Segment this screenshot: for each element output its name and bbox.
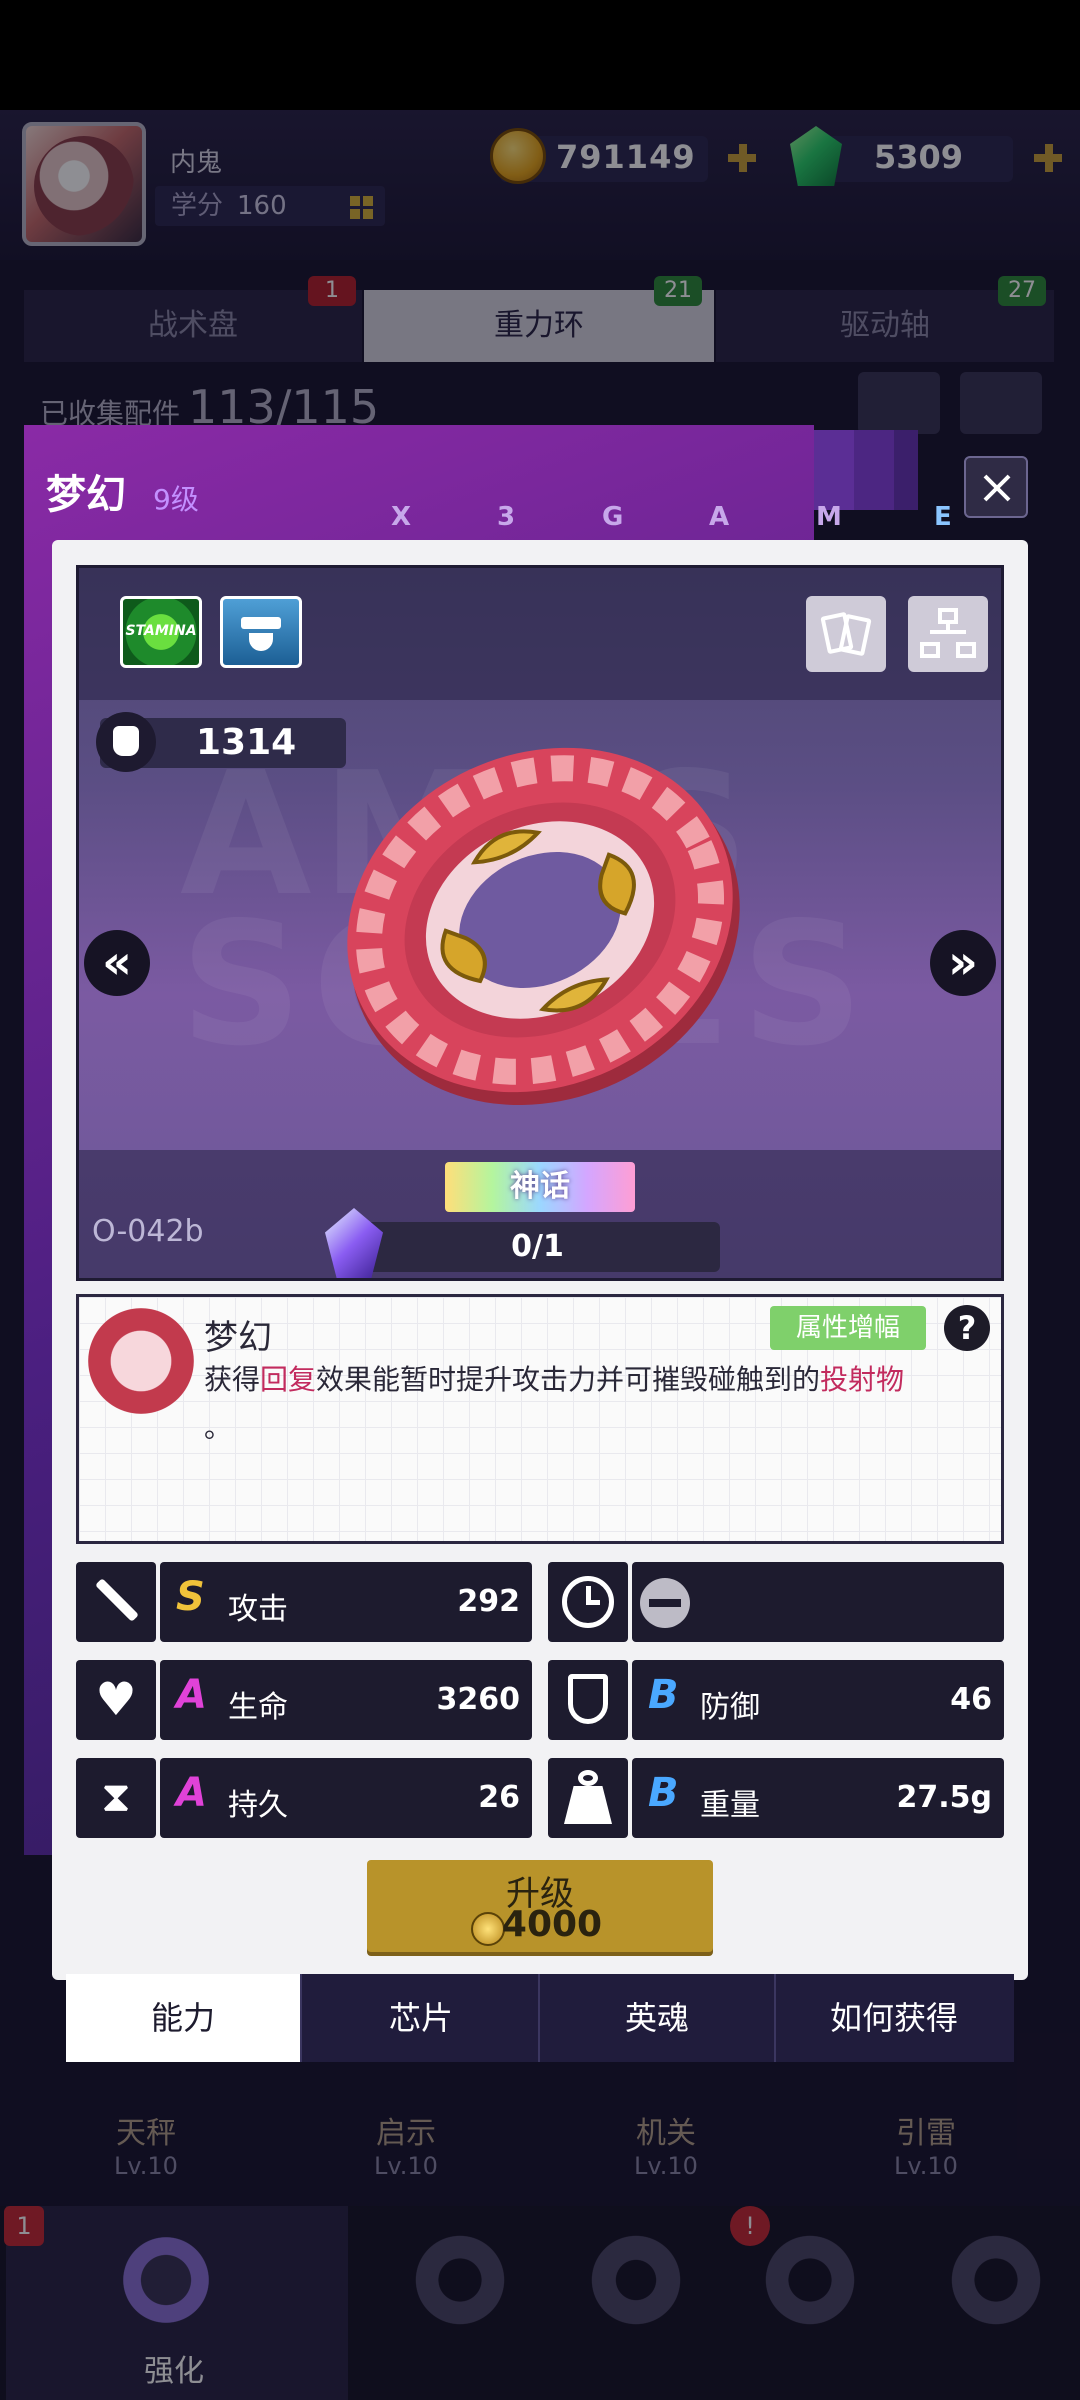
tab-ability[interactable]: 能力 xyxy=(66,1974,302,2062)
status-bar xyxy=(0,0,1080,110)
help-button[interactable]: ? xyxy=(944,1305,990,1351)
minus-icon xyxy=(640,1578,690,1628)
item-code: O-042b xyxy=(92,1214,204,1249)
stat-grade: A xyxy=(176,1672,207,1718)
stat-value: 26 xyxy=(478,1780,520,1815)
attribute-tag: 属性增幅 xyxy=(770,1306,926,1350)
stamina-type-icon[interactable]: STAMINA xyxy=(120,596,202,668)
type-label: STAMINA xyxy=(125,623,197,639)
stat-value: 292 xyxy=(457,1584,520,1619)
panel-letter: X xyxy=(391,502,412,532)
stat-name: 重量 xyxy=(700,1788,760,1823)
stat-grade: B xyxy=(648,1672,679,1718)
compare-cards-icon[interactable] xyxy=(806,596,886,672)
upgrade-cost: 4000 xyxy=(501,1904,603,1945)
stat-attack: S 攻击 292 xyxy=(160,1562,532,1642)
gravity-ring-image xyxy=(347,747,740,1106)
desc-highlight: 投射物 xyxy=(820,1363,905,1396)
stat-name: 防御 xyxy=(700,1690,760,1725)
panel-level: 9级 xyxy=(153,483,199,516)
tab-how-to-obtain[interactable]: 如何获得 xyxy=(776,1974,1012,2062)
stat-grade: B xyxy=(648,1770,679,1816)
heart-icon: ♥ xyxy=(76,1660,156,1740)
power-value: 1314 xyxy=(196,722,297,763)
panel-letter: G xyxy=(602,502,624,532)
tab-hero-soul[interactable]: 英魂 xyxy=(540,1974,776,2062)
stat-value: 46 xyxy=(950,1682,992,1717)
upgrade-button[interactable]: 升级 4000 xyxy=(367,1860,713,1952)
desc-text: 获得 xyxy=(204,1363,261,1396)
stat-durability: A 持久 26 xyxy=(160,1758,532,1838)
stat-grade: A xyxy=(176,1770,207,1816)
panel-letter: 3 xyxy=(497,502,516,532)
ring-category-icon[interactable] xyxy=(220,596,302,668)
stat-value: 27.5g xyxy=(896,1780,993,1815)
stat-defense: B 防御 46 xyxy=(632,1660,1004,1740)
hourglass-icon: ⧗ xyxy=(76,1758,156,1838)
panel-stripe xyxy=(814,430,854,510)
ability-title: 梦幻 xyxy=(204,1318,272,1358)
weight-icon xyxy=(548,1758,628,1838)
panel-stripe xyxy=(894,430,918,510)
sword-icon xyxy=(76,1562,156,1642)
structure-tree-icon[interactable] xyxy=(908,596,988,672)
fist-icon xyxy=(96,712,156,772)
clock-icon xyxy=(548,1562,628,1642)
desc-text: 效果能暂时提升攻击力并可摧毁碰触到的 xyxy=(316,1363,821,1396)
desc-text: 。 xyxy=(204,1411,233,1444)
ability-description: 获得回复效果能暂时提升攻击力并可摧毁碰触到的投射物。 xyxy=(204,1356,984,1452)
previous-arrow-icon[interactable]: « xyxy=(84,930,150,996)
panel-letter: E xyxy=(934,502,952,532)
detail-tabs: 能力 芯片 英魂 如何获得 xyxy=(66,1974,1014,2062)
stat-value: 3260 xyxy=(436,1682,521,1717)
tab-chip[interactable]: 芯片 xyxy=(304,1974,540,2062)
stat-grade: S xyxy=(176,1574,205,1620)
stat-name: 持久 xyxy=(228,1788,288,1823)
stat-weight: B 重量 27.5g xyxy=(632,1758,1004,1838)
stat-hp: A 生命 3260 xyxy=(160,1660,532,1740)
panel-letter: M xyxy=(816,502,842,532)
stat-name: 生命 xyxy=(228,1690,288,1725)
desc-highlight: 回复 xyxy=(260,1363,317,1396)
panel-letter: A xyxy=(709,502,730,532)
panel-title: 梦幻 xyxy=(46,472,126,518)
next-arrow-icon[interactable]: » xyxy=(930,930,996,996)
rarity-badge: 神话 xyxy=(445,1162,635,1212)
stat-name: 攻击 xyxy=(228,1592,288,1627)
ability-icon xyxy=(88,1308,194,1414)
shard-progress: 0/1 xyxy=(355,1222,720,1272)
shield-icon xyxy=(548,1660,628,1740)
panel-stripe xyxy=(854,430,894,510)
close-button[interactable] xyxy=(964,456,1028,518)
